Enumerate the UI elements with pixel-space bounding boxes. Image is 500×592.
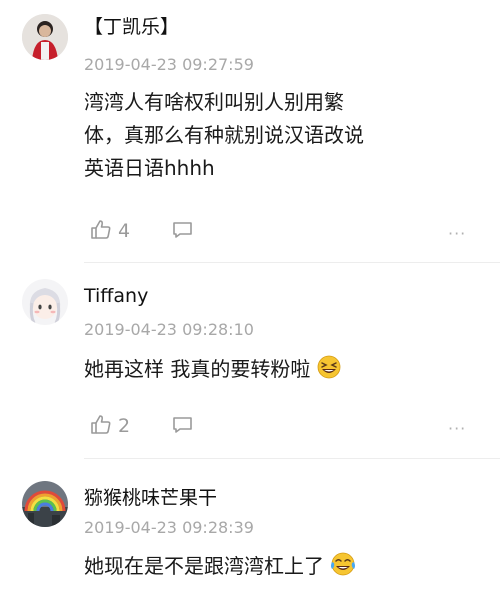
- like-count: 2: [118, 415, 131, 437]
- comment-item: 猕猴桃味芒果干 2019-04-23 09:28:39 她现在是不是跟湾湾杠上了: [0, 459, 500, 592]
- comment-actions: 4 ···: [84, 218, 484, 244]
- comment-actions: 2 ···: [84, 413, 484, 439]
- thumbs-up-icon: [90, 413, 112, 440]
- comment-text-content: 她再这样 我真的要转粉啦: [84, 357, 311, 381]
- laughing-face-icon: [317, 355, 341, 389]
- like-button[interactable]: 2: [90, 413, 130, 439]
- thumbs-up-icon: [90, 218, 112, 245]
- comment-timestamp: 2019-04-23 09:28:10: [84, 320, 254, 339]
- more-options-button[interactable]: ···: [448, 419, 466, 438]
- like-button[interactable]: 4: [90, 218, 130, 244]
- comment-timestamp: 2019-04-23 09:27:59: [84, 55, 254, 74]
- comment-item: Tiffany 2019-04-23 09:28:10 她再这样 我真的要转粉啦…: [0, 263, 500, 463]
- comment-timestamp: 2019-04-23 09:28:39: [84, 518, 254, 537]
- comment-text: 她再这样 我真的要转粉啦: [84, 353, 464, 389]
- reply-button[interactable]: [172, 415, 194, 439]
- more-options-button[interactable]: ···: [448, 224, 466, 243]
- comment-bubble-icon: [172, 417, 194, 439]
- comment-text-line: 湾湾人有啥权利叫别人别用繁: [84, 90, 344, 114]
- comment-text: 她现在是不是跟湾湾杠上了: [84, 550, 464, 586]
- comment-text-line: 英语日语hhhh: [84, 156, 215, 180]
- reply-button[interactable]: [172, 220, 194, 244]
- avatar[interactable]: [22, 481, 68, 527]
- avatar[interactable]: [22, 279, 68, 325]
- comment-text-line: 体，真那么有种就别说汉语改说: [84, 123, 364, 147]
- comment-text-content: 她现在是不是跟湾湾杠上了: [84, 554, 324, 578]
- comment-author[interactable]: 【丁凯乐】: [84, 12, 179, 39]
- avatar[interactable]: [22, 14, 68, 60]
- comment-author[interactable]: Tiffany: [84, 285, 148, 307]
- comment-text: 湾湾人有啥权利叫别人别用繁 体，真那么有种就别说汉语改说 英语日语hhhh: [84, 86, 464, 185]
- like-count: 4: [118, 220, 131, 242]
- tears-of-joy-face-icon: [330, 552, 356, 586]
- comment-item: 【丁凯乐】 2019-04-23 09:27:59 湾湾人有啥权利叫别人别用繁 …: [0, 0, 500, 263]
- comment-bubble-icon: [172, 222, 194, 244]
- comment-author[interactable]: 猕猴桃味芒果干: [84, 483, 217, 510]
